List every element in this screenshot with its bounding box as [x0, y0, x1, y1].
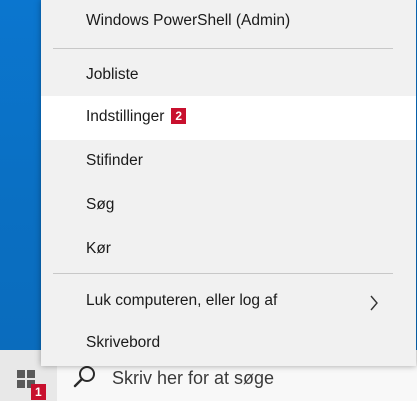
menu-item-indstillinger[interactable]: Indstillinger 2 — [41, 96, 416, 140]
menu-item-powershell-admin[interactable]: Windows PowerShell (Admin) — [41, 0, 416, 44]
menu-item-label: Søg — [86, 196, 115, 213]
menu-item-stifinder[interactable]: Stifinder — [41, 140, 416, 184]
menu-item-label: Stifinder — [86, 152, 143, 169]
menu-separator — [53, 273, 393, 274]
chevron-right-icon — [369, 295, 379, 311]
menu-item-shutdown-signout[interactable]: Luk computeren, eller log af — [41, 280, 416, 324]
menu-item-label: Kør — [86, 240, 111, 257]
menu-item-koer[interactable]: Kør — [41, 228, 416, 272]
menu-item-label: Skrivebord — [86, 334, 161, 351]
search-placeholder: Skriv her for at søge — [112, 368, 275, 388]
menu-item-label: Windows PowerShell (Admin) — [86, 12, 291, 29]
step-badge-settings: 2 — [171, 108, 187, 124]
menu-separator — [53, 48, 393, 49]
menu-item-label: Luk computeren, eller log af — [86, 292, 278, 309]
menu-item-jobliste[interactable]: Jobliste — [41, 54, 416, 98]
menu-item-label: Indstillinger 2 — [86, 108, 187, 126]
winx-context-menu: Windows PowerShell (Admin) Jobliste Inds… — [41, 0, 416, 366]
menu-item-label: Jobliste — [86, 66, 139, 83]
menu-item-soeg[interactable]: Søg — [41, 184, 416, 228]
menu-item-text: Indstillinger — [86, 108, 165, 125]
menu-item-skrivebord[interactable]: Skrivebord — [41, 322, 416, 366]
search-icon — [72, 364, 98, 390]
step-badge-start: 1 — [31, 384, 46, 400]
